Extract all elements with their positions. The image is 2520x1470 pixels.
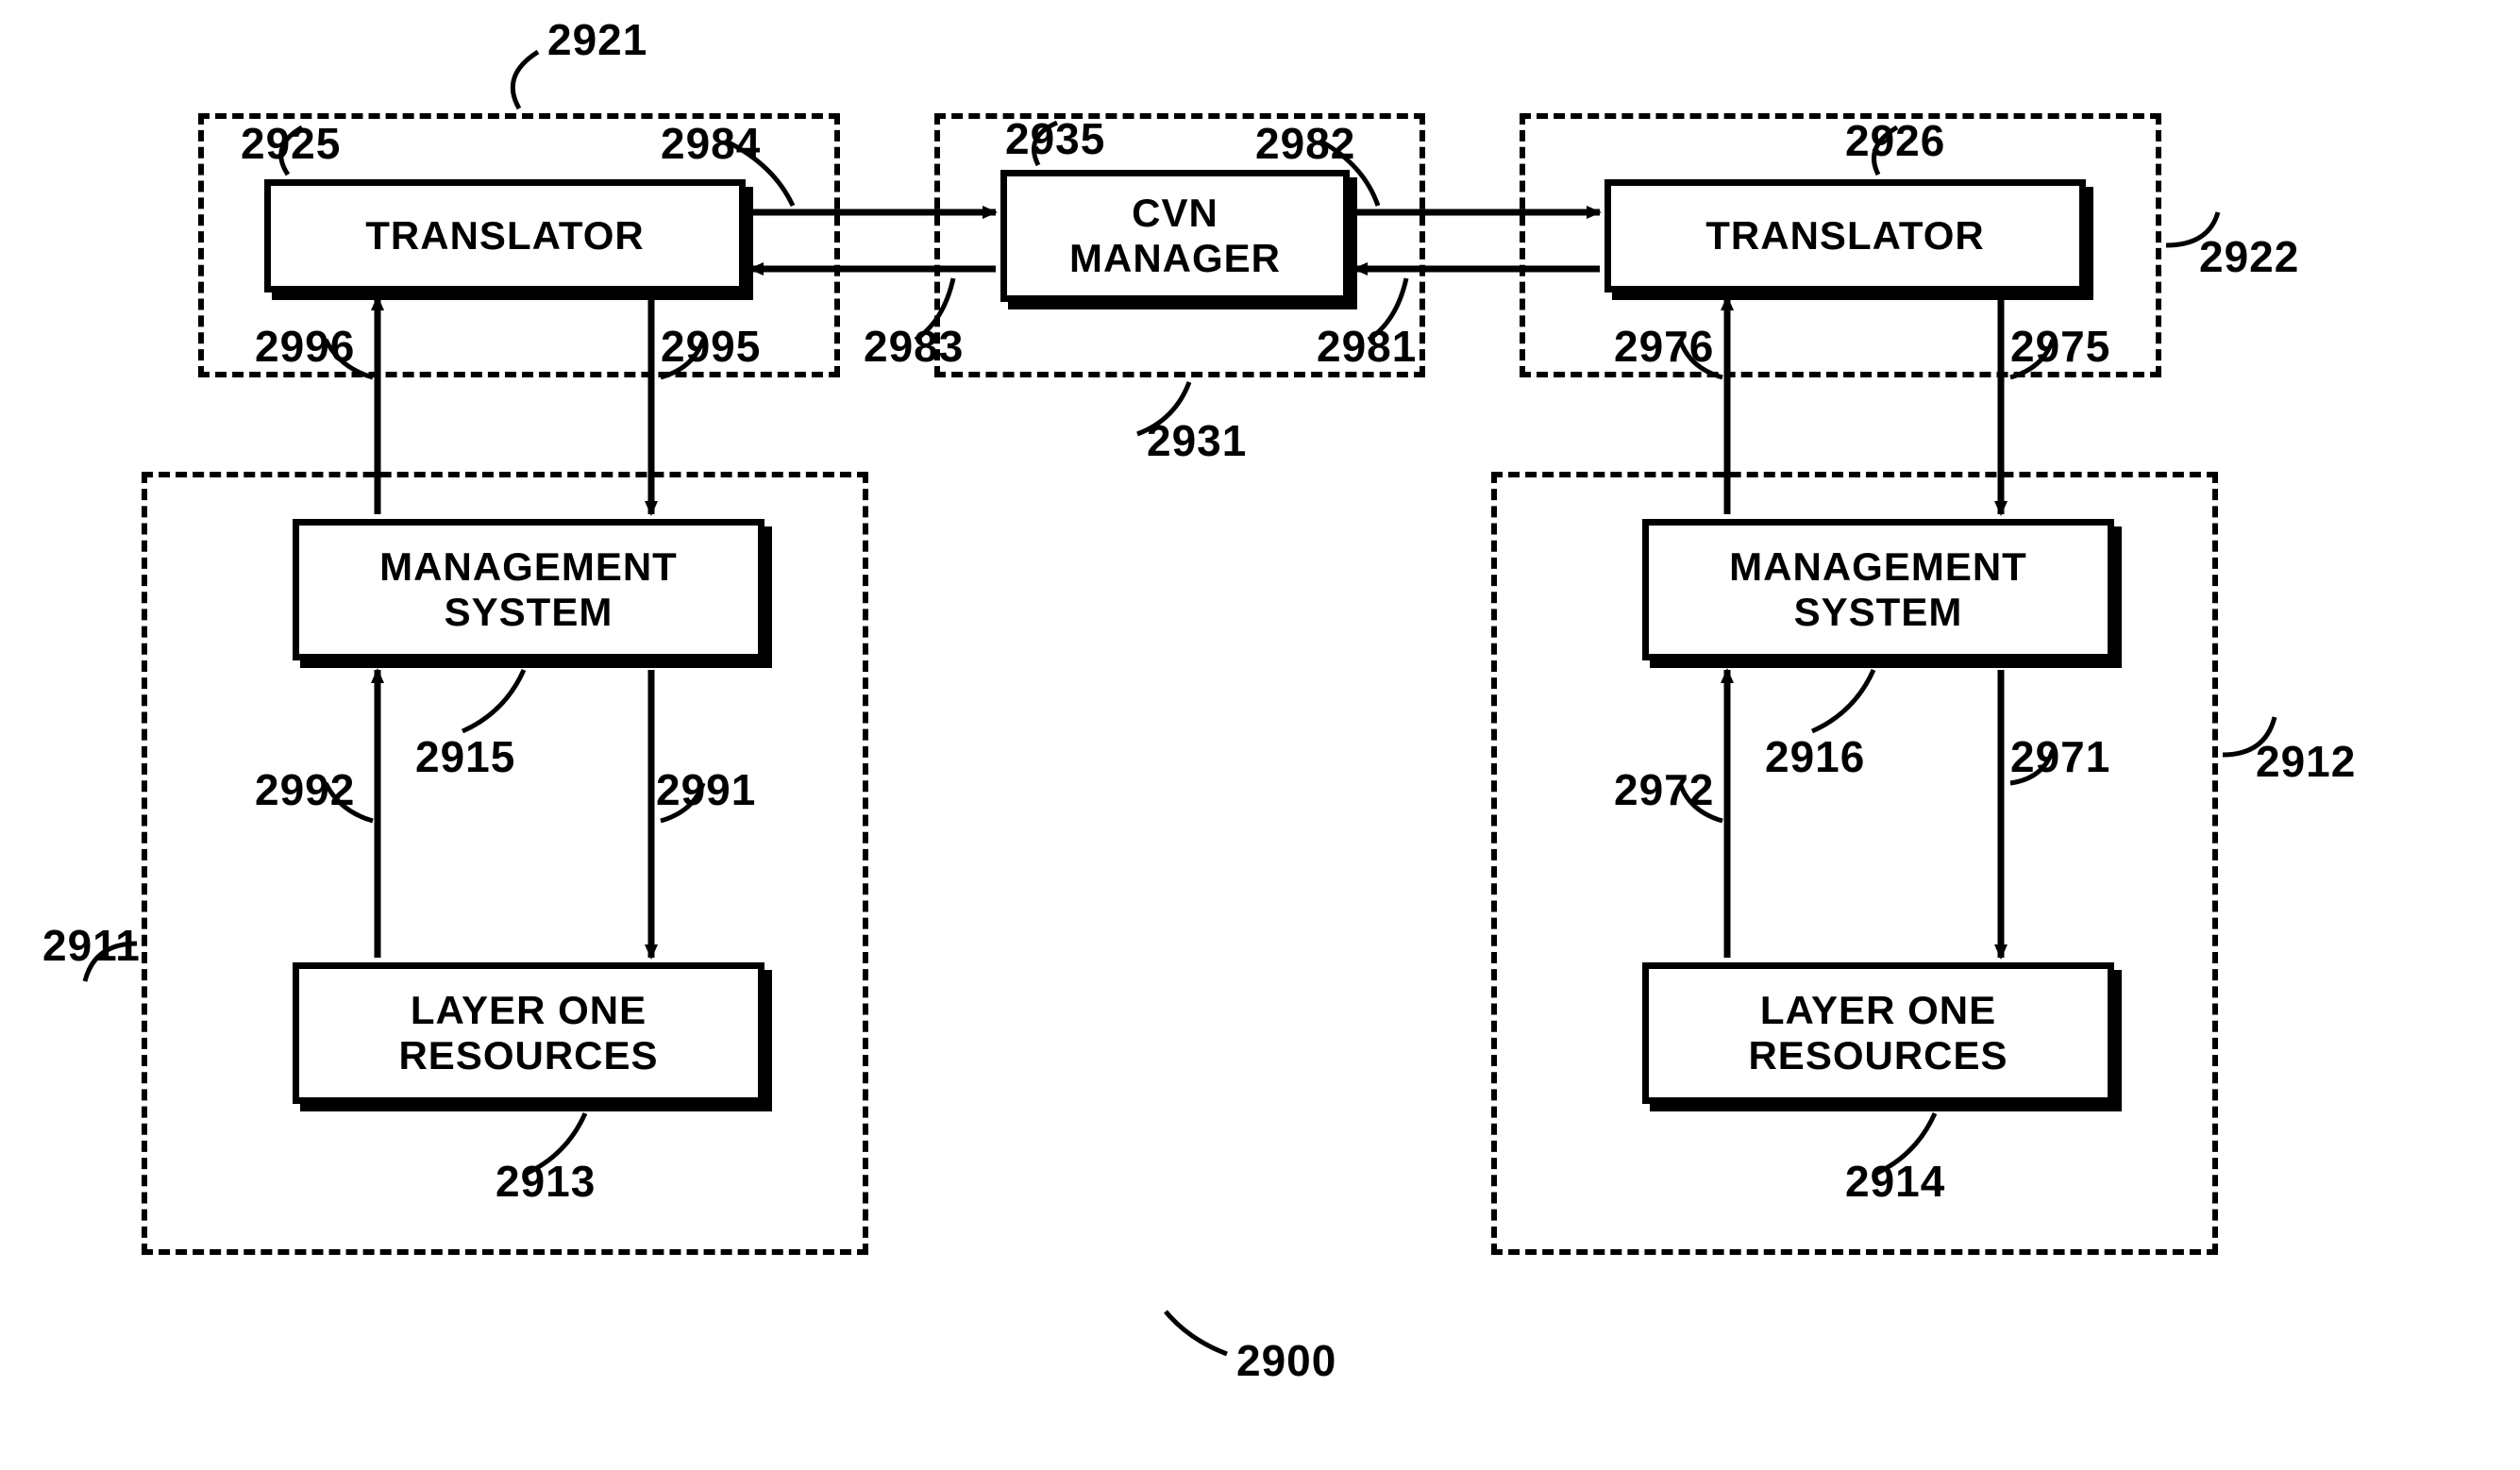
ref-2915: 2915	[415, 731, 515, 782]
ref-2911: 2911	[42, 920, 141, 971]
mgmt-left-box: MANAGEMENT SYSTEM	[293, 519, 764, 660]
ref-2914: 2914	[1845, 1156, 1945, 1207]
layer-left-label: LAYER ONE RESOURCES	[398, 988, 658, 1079]
ref-2971: 2971	[2010, 731, 2110, 782]
layer-right-box: LAYER ONE RESOURCES	[1642, 962, 2114, 1104]
ref-2921: 2921	[547, 14, 647, 65]
ref-2916: 2916	[1765, 731, 1865, 782]
ref-2984: 2984	[661, 118, 761, 169]
translator-right-label: TRANSLATOR	[1705, 213, 1984, 259]
mgmt-right-label: MANAGEMENT SYSTEM	[1729, 544, 2027, 636]
ref-2935: 2935	[1005, 113, 1105, 164]
ref-2992: 2992	[255, 764, 355, 815]
ref-2991: 2991	[656, 764, 756, 815]
ref-2900: 2900	[1236, 1335, 1336, 1386]
ref-2913: 2913	[496, 1156, 596, 1207]
translator-left-box: TRANSLATOR	[264, 179, 746, 292]
ref-2975: 2975	[2010, 321, 2110, 372]
ref-2995: 2995	[661, 321, 761, 372]
translator-left-label: TRANSLATOR	[365, 213, 644, 259]
ref-2981: 2981	[1317, 321, 1417, 372]
ref-2972: 2972	[1614, 764, 1714, 815]
cvn-manager-box: CVN MANAGER	[1000, 170, 1350, 302]
ref-2926: 2926	[1845, 115, 1945, 166]
ref-2976: 2976	[1614, 321, 1714, 372]
ref-2925: 2925	[241, 118, 341, 169]
mgmt-right-box: MANAGEMENT SYSTEM	[1642, 519, 2114, 660]
ref-2912: 2912	[2256, 736, 2356, 787]
ref-2996: 2996	[255, 321, 355, 372]
ref-2931: 2931	[1147, 415, 1247, 466]
translator-right-box: TRANSLATOR	[1604, 179, 2086, 292]
layer-right-label: LAYER ONE RESOURCES	[1748, 988, 2008, 1079]
mgmt-left-label: MANAGEMENT SYSTEM	[379, 544, 678, 636]
diagram-canvas: TRANSLATOR CVN MANAGER TRANSLATOR MANAGE…	[0, 0, 2520, 1470]
cvn-manager-label: CVN MANAGER	[1069, 191, 1281, 282]
ref-2983: 2983	[864, 321, 964, 372]
layer-left-box: LAYER ONE RESOURCES	[293, 962, 764, 1104]
ref-2922: 2922	[2199, 231, 2299, 282]
ref-2982: 2982	[1255, 118, 1355, 169]
